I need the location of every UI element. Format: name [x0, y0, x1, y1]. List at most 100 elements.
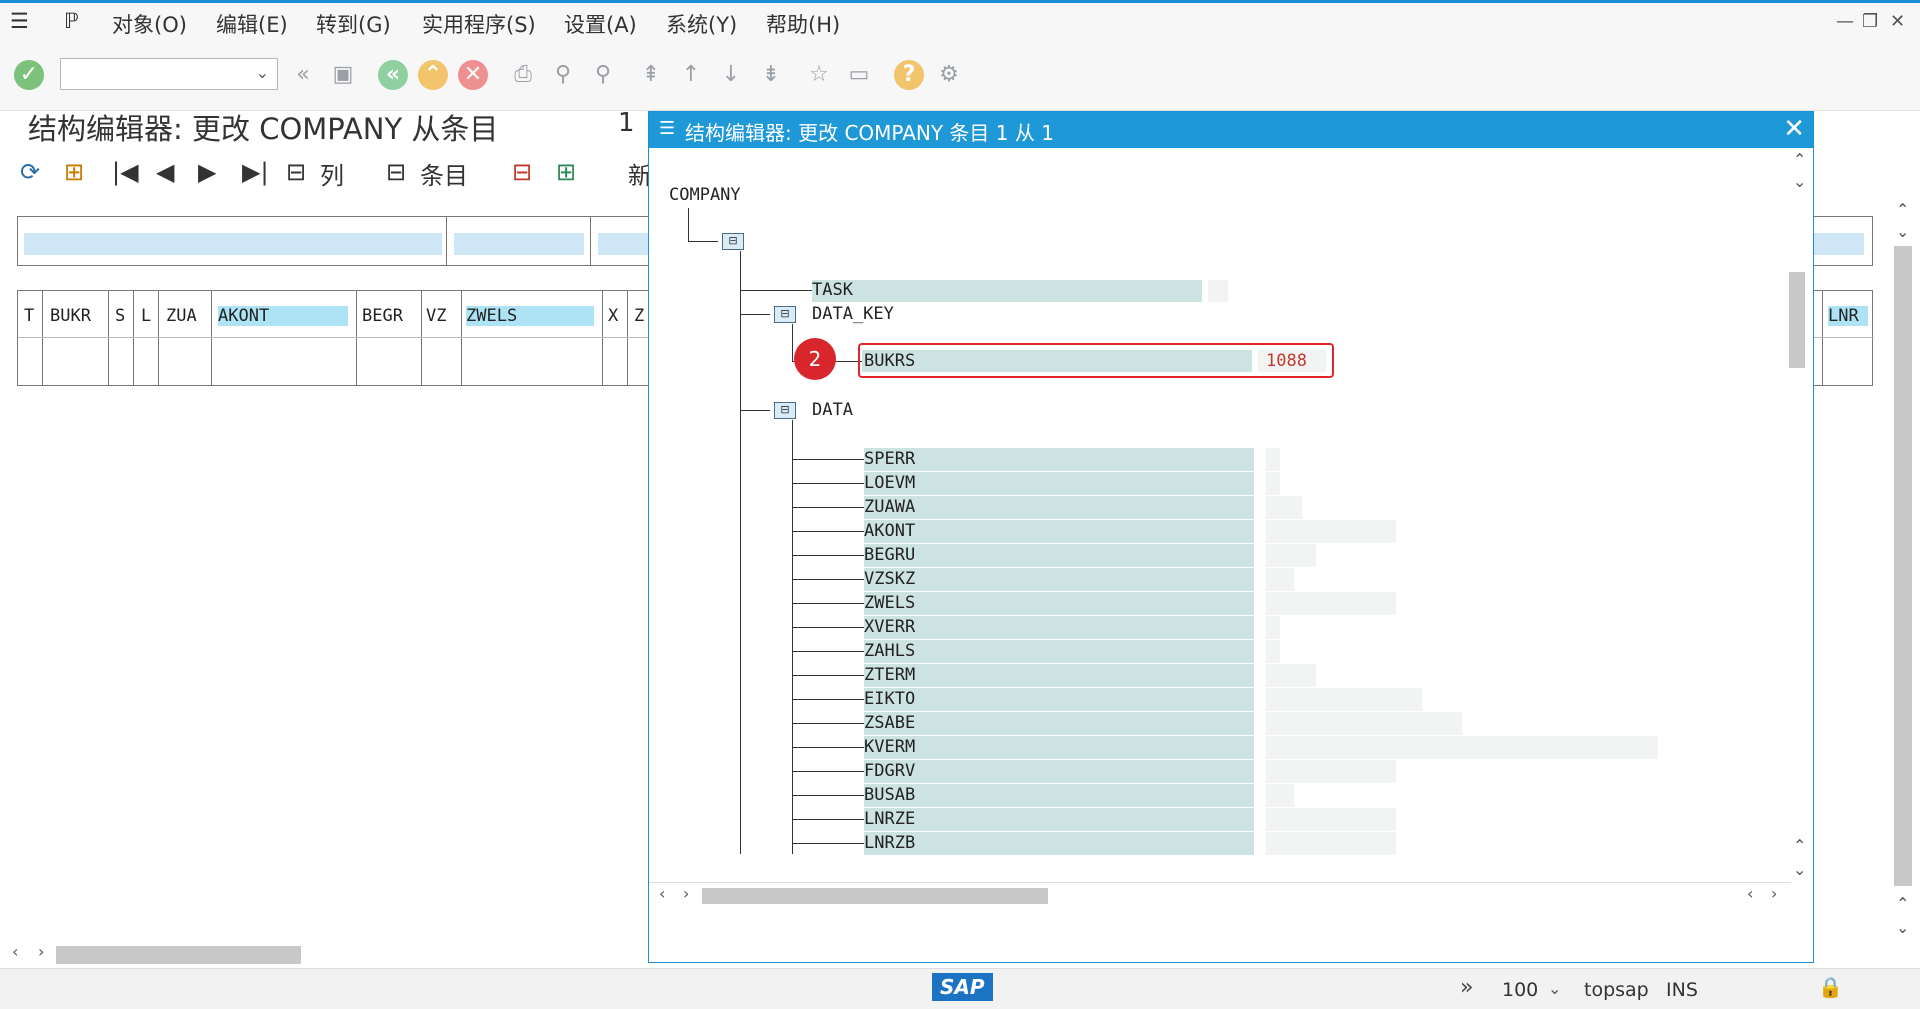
- menu-settings[interactable]: 设置(A): [564, 9, 637, 39]
- scroll-left-icon[interactable]: ‹: [659, 884, 665, 903]
- column-header[interactable]: L: [141, 306, 151, 326]
- save-icon[interactable]: ▣: [328, 60, 358, 90]
- back-icon[interactable]: «: [378, 60, 408, 90]
- new-session-icon[interactable]: ☆: [804, 60, 834, 90]
- hierarchy-icon[interactable]: ⊞: [64, 158, 84, 186]
- column-header[interactable]: VZ: [426, 306, 446, 326]
- field-value[interactable]: [1266, 688, 1422, 711]
- dialog-horizontal-scrollbar[interactable]: [702, 888, 1048, 904]
- menu-icon[interactable]: ☰: [10, 9, 29, 33]
- chevron-down-icon[interactable]: ⌄: [256, 63, 269, 82]
- scroll-down-icon[interactable]: ⌄: [1896, 918, 1909, 937]
- field-row[interactable]: [864, 808, 1254, 831]
- field-value[interactable]: [1208, 280, 1228, 302]
- field-value[interactable]: [1266, 784, 1294, 807]
- field-value[interactable]: [1266, 520, 1396, 543]
- find-icon[interactable]: ⚲: [548, 60, 578, 90]
- column-header[interactable]: AKONT: [218, 306, 348, 326]
- refresh-icon[interactable]: ⟳: [20, 158, 40, 186]
- field-row[interactable]: [864, 688, 1254, 711]
- field-value[interactable]: [1266, 808, 1396, 831]
- header-field[interactable]: [1812, 233, 1864, 255]
- field-row[interactable]: [864, 664, 1254, 687]
- previous-entry-icon[interactable]: ◀: [156, 158, 174, 186]
- column-header[interactable]: BEGR: [362, 306, 403, 326]
- dialog-vertical-scrollbar[interactable]: [1789, 272, 1805, 368]
- field-value[interactable]: [1266, 568, 1294, 591]
- field-value[interactable]: [1266, 592, 1396, 615]
- next-page-icon[interactable]: ↓: [716, 60, 746, 90]
- expand-status-icon[interactable]: »: [1460, 975, 1473, 1000]
- first-entry-icon[interactable]: |◀: [112, 158, 139, 186]
- scroll-up-icon[interactable]: ⌃: [1793, 836, 1806, 855]
- scroll-right-icon[interactable]: ›: [683, 884, 689, 903]
- entry-icon[interactable]: ⊟: [386, 158, 406, 186]
- scroll-left-icon[interactable]: ‹: [12, 942, 18, 961]
- field-row[interactable]: [864, 520, 1254, 543]
- field-row[interactable]: [864, 832, 1254, 855]
- scroll-right-icon[interactable]: ›: [1771, 884, 1777, 903]
- field-row[interactable]: [864, 568, 1254, 591]
- entry-button[interactable]: 条目: [420, 156, 468, 191]
- column-header[interactable]: ZWELS: [466, 306, 594, 326]
- help-icon[interactable]: ?: [894, 60, 924, 90]
- add-entry-icon[interactable]: ⊞: [556, 158, 576, 186]
- menu-system[interactable]: 系统(Y): [666, 9, 737, 39]
- column-header[interactable]: ZUA: [166, 306, 197, 326]
- close-window-icon[interactable]: ✕: [1890, 11, 1905, 32]
- field-row[interactable]: [864, 616, 1254, 639]
- header-field[interactable]: [24, 233, 442, 255]
- find-next-icon[interactable]: ⚲: [588, 60, 618, 90]
- close-icon[interactable]: ✕: [1783, 114, 1805, 144]
- folder-icon[interactable]: ⊟: [774, 306, 796, 323]
- column-header[interactable]: T: [24, 306, 34, 326]
- restore-icon[interactable]: ❐: [1862, 11, 1878, 32]
- minimize-icon[interactable]: —: [1836, 11, 1854, 32]
- page-vertical-scrollbar[interactable]: [1894, 246, 1912, 886]
- field-row[interactable]: [864, 736, 1254, 759]
- scroll-down-icon[interactable]: ⌄: [1896, 222, 1909, 241]
- field-row[interactable]: [864, 784, 1254, 807]
- column-header[interactable]: Z: [634, 306, 644, 326]
- last-page-icon[interactable]: ⇟: [756, 60, 786, 90]
- column-header[interactable]: X: [608, 306, 618, 326]
- column-header[interactable]: BUKR: [50, 306, 91, 326]
- field-row[interactable]: [812, 280, 1202, 302]
- field-value[interactable]: [1266, 760, 1396, 783]
- scroll-left-icon[interactable]: ‹: [1747, 884, 1753, 903]
- field-row[interactable]: [864, 640, 1254, 663]
- scroll-right-icon[interactable]: ›: [38, 942, 44, 961]
- field-value[interactable]: [1266, 448, 1280, 471]
- exit-icon[interactable]: ⌃: [418, 60, 448, 90]
- field-row[interactable]: [864, 712, 1254, 735]
- field-row[interactable]: [864, 472, 1254, 495]
- scroll-down-icon[interactable]: ⌄: [1793, 172, 1806, 191]
- zoom-level[interactable]: 100: [1502, 979, 1538, 1001]
- field-row[interactable]: [864, 544, 1254, 567]
- folder-icon[interactable]: ⊟: [774, 402, 796, 419]
- field-row[interactable]: [864, 592, 1254, 615]
- header-field[interactable]: [454, 233, 584, 255]
- field-value[interactable]: [1266, 616, 1280, 639]
- previous-page-icon[interactable]: ↑: [676, 60, 706, 90]
- next-entry-icon[interactable]: ▶: [198, 158, 216, 186]
- delete-entry-icon[interactable]: ⊟: [512, 158, 532, 186]
- column-button[interactable]: 列: [320, 156, 344, 191]
- column-icon[interactable]: ⊟: [286, 158, 306, 186]
- enter-icon[interactable]: ✓: [14, 60, 44, 90]
- field-value[interactable]: [1266, 664, 1316, 687]
- menu-edit[interactable]: 编辑(E): [216, 9, 288, 39]
- scroll-up-icon[interactable]: ⌃: [1896, 200, 1909, 219]
- cancel-icon[interactable]: ✕: [458, 60, 488, 90]
- menu-goto[interactable]: 转到(G): [316, 9, 391, 39]
- scroll-down-icon[interactable]: ⌄: [1793, 860, 1806, 879]
- command-field[interactable]: ⌄: [60, 58, 278, 90]
- first-page-icon[interactable]: ⇞: [636, 60, 666, 90]
- field-row[interactable]: [864, 448, 1254, 471]
- scroll-up-icon[interactable]: ⌃: [1793, 150, 1806, 169]
- field-value[interactable]: [1266, 736, 1658, 759]
- back-double-icon[interactable]: «: [288, 60, 318, 90]
- field-row[interactable]: [864, 760, 1254, 783]
- field-value[interactable]: [1266, 712, 1462, 735]
- field-value[interactable]: [1266, 496, 1302, 519]
